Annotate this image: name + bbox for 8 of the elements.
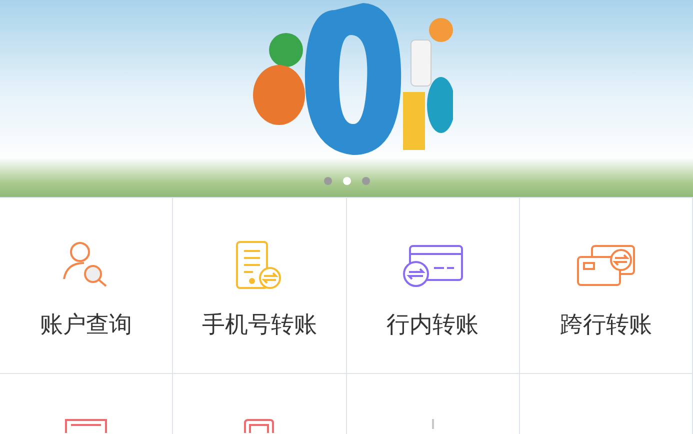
- menu-label: 跨行转账: [560, 314, 652, 337]
- menu-label: 手机号转账: [202, 314, 317, 337]
- menu-label: 账户查询: [40, 314, 132, 337]
- menu-label: 行内转账: [386, 314, 479, 337]
- menu-tile[interactable]: 手机号转账: [173, 198, 346, 374]
- menu-tile[interactable]: 跨行转账: [520, 198, 693, 374]
- menu-tile[interactable]: 行内转账: [346, 198, 520, 374]
- menu-tile[interactable]: 账户查询: [0, 198, 174, 374]
